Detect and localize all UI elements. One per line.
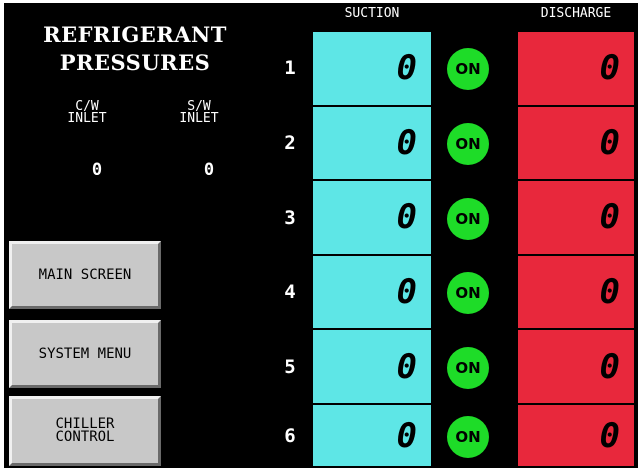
compressor-on-button[interactable]: ON bbox=[447, 197, 489, 240]
discharge-pressure-value: 0 bbox=[518, 330, 634, 405]
suction-header: SUCTION bbox=[344, 6, 400, 21]
compressor-on-button[interactable]: ON bbox=[447, 122, 489, 165]
compressor-on-button[interactable]: ON bbox=[447, 272, 489, 315]
sw-inlet-label: S/W INLET bbox=[179, 99, 219, 126]
main-screen-button[interactable]: MAIN SCREEN bbox=[9, 241, 161, 309]
compressor-number: 2 bbox=[284, 131, 296, 154]
page-title-line2: PRESSURES bbox=[59, 50, 211, 75]
sw-inlet-value: 0 bbox=[203, 160, 215, 180]
suction-pressure-value: 0 bbox=[313, 181, 431, 256]
compressor-number: 6 bbox=[284, 424, 296, 447]
suction-pressure-value: 0 bbox=[313, 255, 431, 331]
discharge-pressure-value: 0 bbox=[518, 181, 634, 256]
compressor-number: 5 bbox=[284, 355, 296, 378]
system-menu-button[interactable]: SYSTEM MENU bbox=[9, 320, 161, 388]
discharge-pressure-value: 0 bbox=[518, 32, 634, 107]
cw-inlet-label: C/W INLET bbox=[67, 99, 107, 126]
discharge-pressure-value: 0 bbox=[518, 405, 634, 468]
chiller-control-button[interactable]: CHILLER CONTROL bbox=[9, 396, 161, 466]
compressor-number: 3 bbox=[284, 206, 296, 229]
compressor-on-button[interactable]: ON bbox=[447, 48, 489, 91]
suction-pressure-value: 0 bbox=[313, 32, 431, 107]
page-title-line1: REFRIGERANT bbox=[43, 22, 227, 47]
compressor-number: 4 bbox=[284, 281, 296, 304]
suction-pressure-value: 0 bbox=[313, 106, 431, 182]
hmi-screen: REFRIGERANT PRESSURES C/W INLET S/W INLE… bbox=[0, 0, 642, 472]
discharge-header: DISCHARGE bbox=[540, 6, 612, 21]
suction-pressure-value: 0 bbox=[313, 405, 431, 468]
cw-inlet-value: 0 bbox=[91, 160, 103, 180]
suction-pressure-value: 0 bbox=[313, 330, 431, 405]
compressor-on-button[interactable]: ON bbox=[447, 415, 489, 458]
compressor-number: 1 bbox=[284, 57, 296, 80]
discharge-pressure-value: 0 bbox=[518, 106, 634, 182]
compressor-on-button[interactable]: ON bbox=[447, 346, 489, 389]
discharge-pressure-value: 0 bbox=[518, 255, 634, 331]
